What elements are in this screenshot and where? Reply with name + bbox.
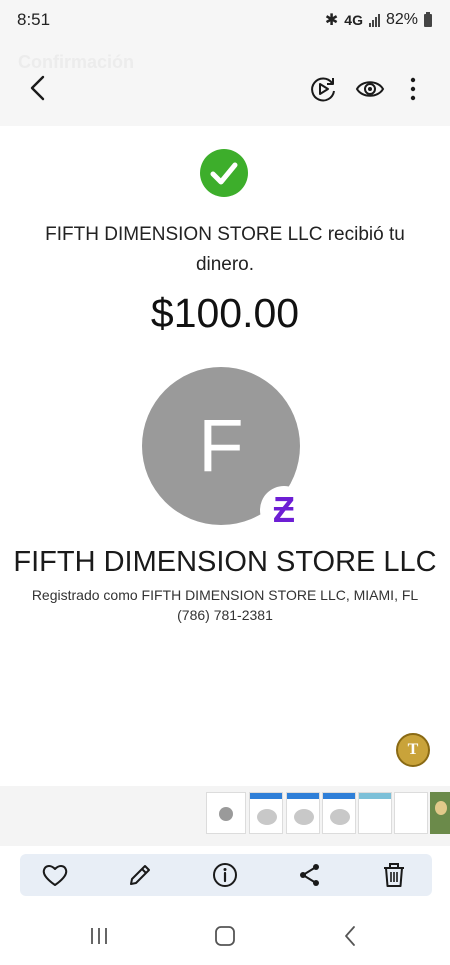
status-indicators: ✱ 4G 82% — [325, 10, 432, 30]
nav-back-icon[interactable] — [338, 923, 364, 949]
trash-icon[interactable] — [380, 861, 408, 889]
gallery-thumbnail[interactable] — [394, 792, 428, 834]
eye-icon[interactable] — [355, 74, 385, 104]
gallery-thumbnail[interactable] — [430, 792, 450, 834]
signal-icon — [368, 13, 380, 27]
gallery-thumbnail[interactable] — [358, 792, 392, 834]
status-bar: 8:51 ✱ 4G 82% — [0, 0, 450, 40]
heart-icon[interactable] — [41, 861, 69, 889]
more-vert-icon[interactable] — [398, 74, 428, 104]
gallery-thumbnail[interactable] — [322, 792, 356, 834]
recent-apps-icon[interactable] — [86, 923, 112, 949]
gallery-thumbnail[interactable] — [286, 792, 320, 834]
recipient-name: FIFTH DIMENSION STORE LLC — [13, 546, 437, 578]
amount: $100.00 — [150, 290, 300, 336]
app-bar: Confirmación — [0, 40, 450, 126]
bluetooth-icon: ✱ — [324, 12, 339, 29]
success-check-icon — [200, 149, 248, 197]
zelle-logo-icon: Ƶ — [273, 489, 295, 530]
battery-label: 82% — [385, 11, 418, 28]
gallery-strip — [0, 786, 450, 846]
status-time: 8:51 — [17, 10, 51, 29]
action-bar — [20, 854, 432, 896]
share-icon[interactable] — [296, 861, 324, 889]
system-nav-bar — [0, 905, 450, 965]
floating-t-badge[interactable]: T — [396, 733, 430, 767]
info-icon[interactable] — [211, 861, 239, 889]
registered-as: Registrado como FIFTH DIMENSION STORE LL… — [31, 587, 419, 603]
gallery-thumbnail[interactable] — [206, 792, 246, 834]
home-icon[interactable] — [212, 923, 238, 949]
pencil-icon[interactable] — [126, 861, 154, 889]
network-label: 4G — [344, 12, 363, 28]
motion-photo-icon[interactable] — [308, 74, 338, 104]
battery-icon — [424, 11, 432, 27]
page-title: Confirmación — [18, 52, 135, 72]
received-message: FIFTH DIMENSION STORE LLC recibió tu din… — [45, 224, 405, 275]
back-icon[interactable] — [24, 73, 54, 103]
gallery-thumbnail[interactable] — [249, 792, 283, 834]
zelle-badge: Ƶ — [260, 486, 308, 534]
recipient-phone: (786) 781-2381 — [177, 607, 273, 623]
